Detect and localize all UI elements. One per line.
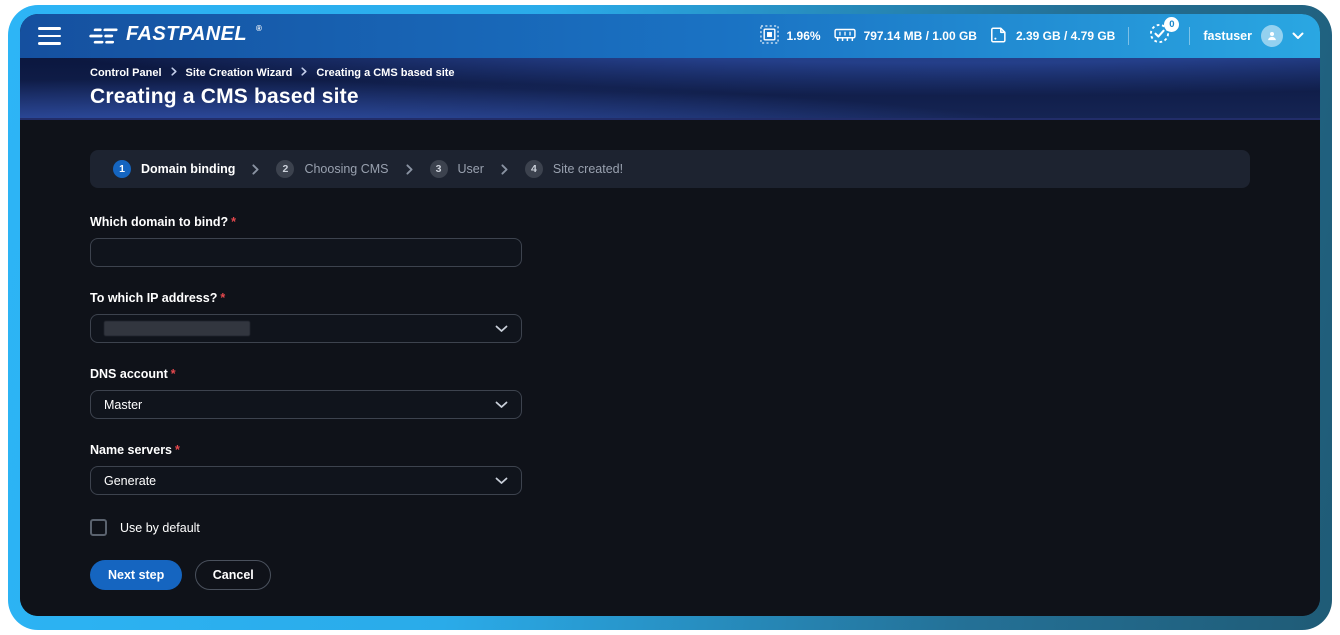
chevron-down-icon (495, 474, 508, 488)
app-window: FASTPANEL ® 1.96% (20, 14, 1320, 616)
cpu-usage-stat: 1.96% (760, 25, 821, 47)
domain-label-text: Which domain to bind? (90, 215, 228, 229)
form-actions: Next step Cancel (90, 560, 1250, 590)
name-servers-value: Generate (104, 474, 156, 488)
step-number: 4 (525, 160, 543, 178)
chevron-down-icon (1292, 27, 1304, 45)
main-content: 1 Domain binding 2 Choosing CMS 3 User (20, 120, 1320, 616)
form-group-dns-account: DNS account* Master (90, 367, 1250, 419)
form-group-name-servers: Name servers* Generate (90, 443, 1250, 495)
ip-select[interactable] (90, 314, 522, 343)
hamburger-menu-icon[interactable] (30, 20, 70, 52)
topbar-status-area: 1.96% (760, 23, 1304, 49)
required-asterisk: * (171, 367, 176, 381)
step-label: Domain binding (141, 162, 235, 176)
redacted-ip-value (104, 321, 250, 336)
topbar-divider (1189, 27, 1190, 45)
field-label: Name servers* (90, 443, 1250, 457)
breadcrumb-control-panel[interactable]: Control Panel (90, 67, 162, 79)
use-by-default-checkbox[interactable] (90, 519, 107, 536)
step-label: User (458, 162, 484, 176)
breadcrumb: Control Panel Site Creation Wizard Creat… (90, 67, 1250, 79)
breadcrumb-site-creation-wizard[interactable]: Site Creation Wizard (186, 67, 293, 79)
chevron-right-icon (252, 164, 259, 175)
page-title: Creating a CMS based site (90, 85, 1250, 109)
required-asterisk: * (220, 291, 225, 305)
ram-icon (834, 27, 856, 46)
username-label: fastuser (1203, 29, 1252, 43)
chevron-right-icon (501, 164, 508, 175)
form-group-ip: To which IP address?* (90, 291, 1250, 343)
step-user[interactable]: 3 User (430, 160, 484, 178)
next-step-button[interactable]: Next step (90, 560, 182, 590)
cpu-icon (760, 25, 779, 47)
field-label: Which domain to bind?* (90, 215, 1250, 229)
dns-account-label-text: DNS account (90, 367, 168, 381)
fastpanel-logo[interactable]: FASTPANEL ® (88, 22, 262, 51)
top-bar: FASTPANEL ® 1.96% (20, 14, 1320, 58)
app-frame: FASTPANEL ® 1.96% (8, 5, 1332, 630)
notification-count-badge: 0 (1164, 17, 1179, 32)
step-label: Site created! (553, 162, 623, 176)
step-number: 1 (113, 160, 131, 178)
form-group-domain: Which domain to bind?* (90, 215, 1250, 267)
chevron-down-icon (495, 322, 508, 336)
equalizer-icon (88, 26, 118, 51)
use-by-default-label: Use by default (120, 521, 200, 535)
step-domain-binding[interactable]: 1 Domain binding (113, 160, 235, 178)
dns-account-select[interactable]: Master (90, 390, 522, 419)
user-menu[interactable]: fastuser (1203, 25, 1304, 47)
breadcrumb-current-page: Creating a CMS based site (316, 67, 454, 79)
chevron-right-icon (171, 67, 177, 79)
step-label: Choosing CMS (304, 162, 388, 176)
wizard-stepper: 1 Domain binding 2 Choosing CMS 3 User (90, 150, 1250, 188)
cancel-button[interactable]: Cancel (195, 560, 271, 590)
name-servers-select[interactable]: Generate (90, 466, 522, 495)
chevron-right-icon (406, 164, 413, 175)
name-servers-label-text: Name servers (90, 443, 172, 457)
step-choosing-cms[interactable]: 2 Choosing CMS (276, 160, 388, 178)
notifications-button[interactable]: 0 (1146, 23, 1172, 49)
domain-binding-form: Which domain to bind?* To which IP addre… (90, 215, 1250, 590)
ram-usage-stat: 797.14 MB / 1.00 GB (834, 27, 977, 46)
disk-usage-value: 2.39 GB / 4.79 GB (1016, 29, 1115, 43)
disk-usage-stat: 2.39 GB / 4.79 GB (990, 26, 1115, 47)
topbar-divider (1128, 27, 1129, 45)
step-site-created[interactable]: 4 Site created! (525, 160, 623, 178)
domain-input[interactable] (90, 238, 522, 267)
cpu-usage-value: 1.96% (787, 29, 821, 43)
field-label: To which IP address?* (90, 291, 1250, 305)
dns-account-value: Master (104, 398, 142, 412)
registered-mark: ® (256, 24, 262, 33)
use-by-default-row[interactable]: Use by default (90, 519, 1250, 536)
required-asterisk: * (175, 443, 180, 457)
ip-label-text: To which IP address? (90, 291, 217, 305)
disk-icon (990, 26, 1008, 47)
step-number: 3 (430, 160, 448, 178)
field-label: DNS account* (90, 367, 1250, 381)
avatar (1261, 25, 1283, 47)
chevron-down-icon (495, 398, 508, 412)
page-header: Control Panel Site Creation Wizard Creat… (20, 58, 1320, 120)
ram-usage-value: 797.14 MB / 1.00 GB (864, 29, 977, 43)
chevron-right-icon (301, 67, 307, 79)
step-number: 2 (276, 160, 294, 178)
required-asterisk: * (231, 215, 236, 229)
logo-wordmark: FASTPANEL (126, 22, 247, 46)
